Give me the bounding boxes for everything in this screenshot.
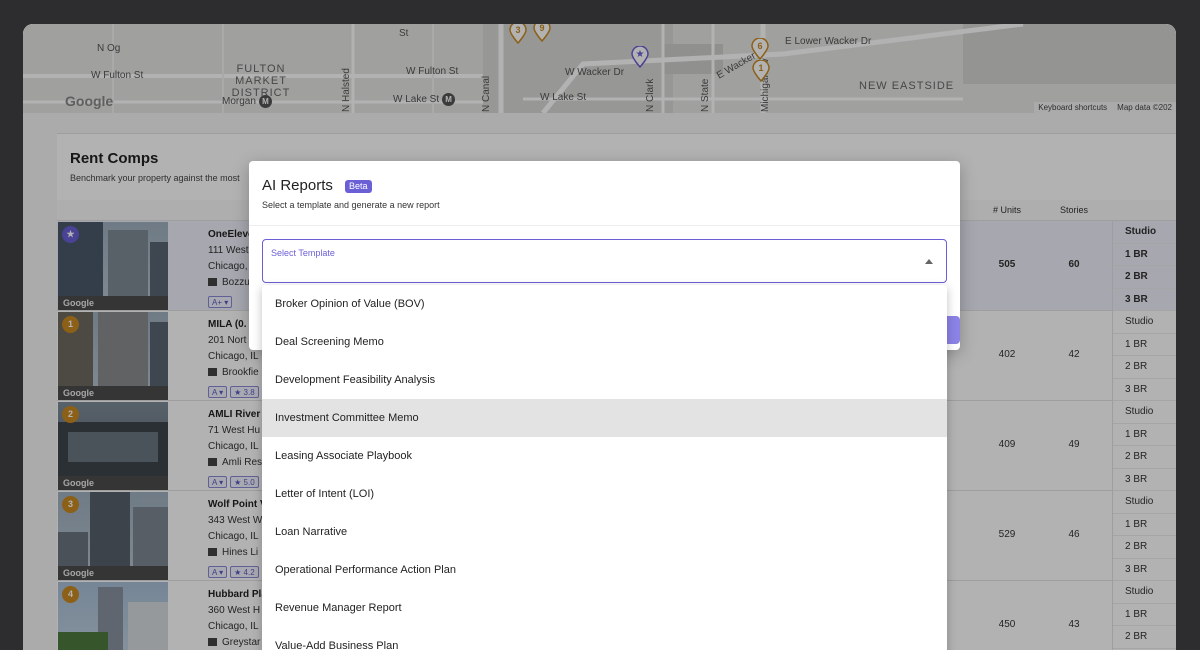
dropdown-option[interactable]: Operational Performance Action Plan — [262, 551, 947, 589]
modal-divider — [249, 225, 960, 226]
app-frame: N Og St W Fulton St FULTON MARKET DISTRI… — [23, 24, 1176, 650]
dropdown-option[interactable]: Deal Screening Memo — [262, 323, 947, 361]
dropdown-option[interactable]: Investment Committee Memo — [262, 399, 947, 437]
chevron-up-icon[interactable] — [925, 259, 933, 264]
dropdown-option[interactable]: Value-Add Business Plan — [262, 627, 947, 650]
beta-badge: Beta — [345, 180, 372, 193]
modal-subtitle: Select a template and generate a new rep… — [262, 200, 440, 210]
template-select[interactable]: Select Template — [262, 239, 947, 283]
dropdown-option[interactable]: Leasing Associate Playbook — [262, 437, 947, 475]
dropdown-option[interactable]: Loan Narrative — [262, 513, 947, 551]
dropdown-option[interactable]: Development Feasibility Analysis — [262, 361, 947, 399]
dropdown-option[interactable]: Broker Opinion of Value (BOV) — [262, 285, 947, 323]
dropdown-option[interactable]: Letter of Intent (LOI) — [262, 475, 947, 513]
dropdown-option[interactable]: Revenue Manager Report — [262, 589, 947, 627]
modal-title: AI Reports — [262, 177, 333, 194]
template-dropdown: Broker Opinion of Value (BOV) Deal Scree… — [262, 285, 947, 650]
select-label: Select Template — [271, 248, 335, 258]
